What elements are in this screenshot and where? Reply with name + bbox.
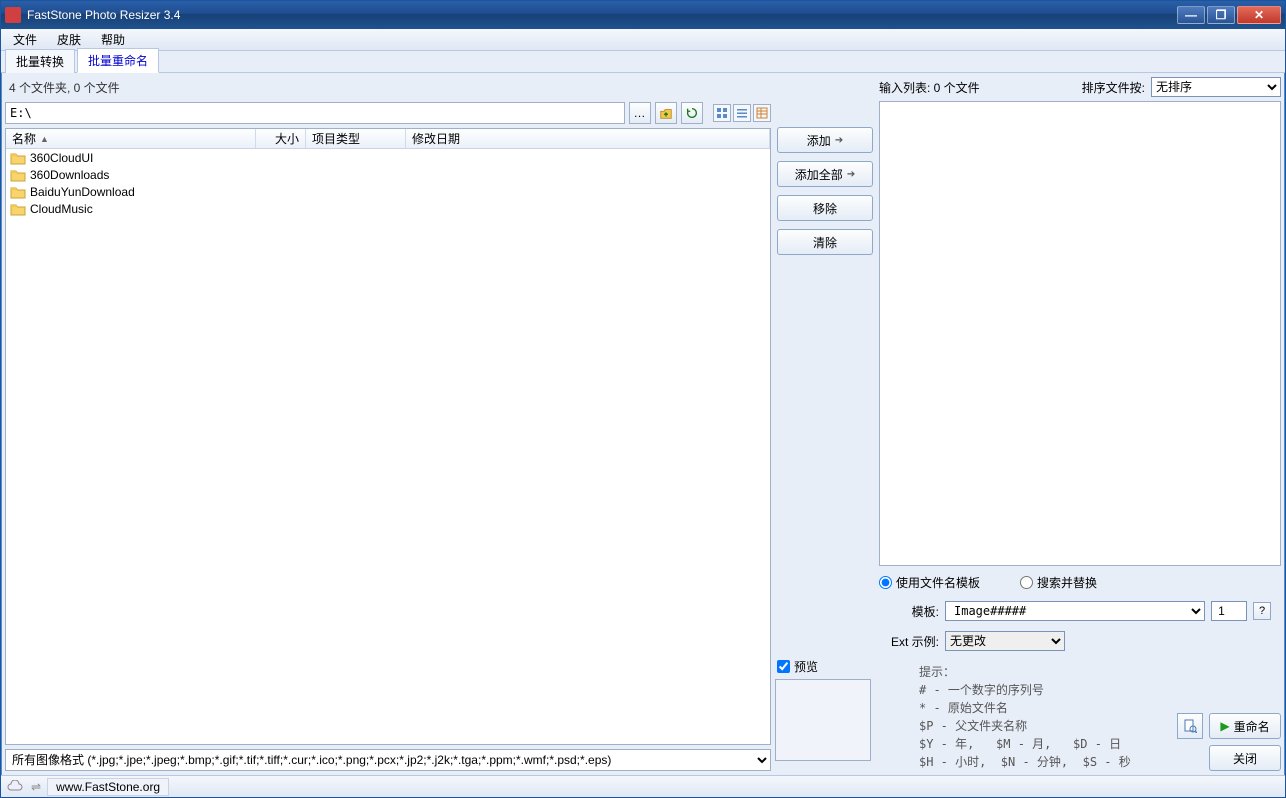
tab-batch-rename[interactable]: 批量重命名 (77, 48, 159, 73)
help-button[interactable]: ? (1253, 602, 1271, 620)
hint-line: # - 一个数字的序列号 (919, 681, 1167, 699)
hint-line: * - 原始文件名 (919, 699, 1167, 717)
close-window-button[interactable]: ✕ (1237, 6, 1281, 24)
add-button[interactable]: 添加➔ (777, 127, 873, 153)
col-date[interactable]: 修改日期 (406, 129, 770, 148)
status-bar: ⇌ www.FastStone.org (1, 775, 1285, 797)
add-all-button[interactable]: 添加全部➔ (777, 161, 873, 187)
template-label: 模板: (879, 603, 939, 620)
preview-rename-button[interactable] (1177, 713, 1203, 739)
list-item[interactable]: 360CloudUI (6, 149, 770, 166)
right-pane: 输入列表: 0 个文件 排序文件按: 无排序 使用文件名模板 搜索并替换 模板:… (879, 77, 1281, 771)
ext-select[interactable]: 无更改 (945, 631, 1065, 651)
col-size[interactable]: 大小 (256, 129, 306, 148)
hint-line: $H - 小时, $N - 分钟, $S - 秒 (919, 753, 1167, 771)
folder-icon (10, 202, 26, 216)
sort-asc-icon: ▲ (40, 134, 49, 144)
title-bar[interactable]: FastStone Photo Resizer 3.4 — ❐ ✕ (1, 1, 1285, 29)
hints-block: 提示： # - 一个数字的序列号* - 原始文件名$P - 父文件夹名称$Y -… (879, 663, 1167, 771)
list-item[interactable]: CloudMusic (6, 200, 770, 217)
sort-label: 排序文件按: (1082, 79, 1145, 96)
rename-mode-row: 使用文件名模板 搜索并替换 (879, 574, 1281, 591)
view-list[interactable] (733, 104, 751, 122)
folder-count-label: 4 个文件夹, 0 个文件 (5, 77, 771, 98)
file-list-body[interactable]: 360CloudUI360DownloadsBaiduYunDownloadCl… (6, 149, 770, 744)
view-large-icons[interactable] (713, 104, 731, 122)
preview-checkbox[interactable] (777, 660, 790, 673)
folder-icon (10, 151, 26, 165)
middle-pane: 添加➔ 添加全部➔ 移除 清除 预览 (775, 77, 875, 771)
arrow-right-icon: ➔ (847, 169, 855, 180)
status-glyph: ⇌ (31, 780, 41, 794)
preview-box (775, 679, 871, 761)
remove-button[interactable]: 移除 (777, 195, 873, 221)
folder-icon (10, 168, 26, 182)
ext-row: Ext 示例: 无更改 (879, 631, 1281, 651)
browse-button[interactable]: … (629, 102, 651, 124)
radio-search-replace[interactable]: 搜索并替换 (1020, 574, 1097, 591)
input-file-list[interactable] (879, 101, 1281, 566)
left-pane: 4 个文件夹, 0 个文件 … (5, 77, 771, 771)
template-input[interactable]: Image##### (945, 601, 1205, 621)
radio-use-template[interactable]: 使用文件名模板 (879, 574, 980, 591)
menu-help[interactable]: 帮助 (93, 29, 133, 50)
close-button[interactable]: 关闭 (1209, 745, 1281, 771)
hint-line: $Y - 年, $M - 月, $D - 日 (919, 735, 1167, 753)
folder-icon (10, 185, 26, 199)
ext-label: Ext 示例: (879, 633, 939, 650)
up-folder-button[interactable] (655, 102, 677, 124)
hint-line: $P - 父文件夹名称 (919, 717, 1167, 735)
path-row: … (5, 102, 771, 124)
maximize-button[interactable]: ❐ (1207, 6, 1235, 24)
rename-button[interactable]: ▶重命名 (1209, 713, 1281, 739)
app-icon (5, 7, 21, 23)
clear-button[interactable]: 清除 (777, 229, 873, 255)
start-number-spinner[interactable] (1211, 601, 1247, 621)
input-list-label: 输入列表: 0 个文件 (879, 79, 980, 96)
col-name[interactable]: 名称▲ (6, 129, 256, 148)
arrow-right-icon: ➔ (835, 135, 843, 146)
file-list: 名称▲ 大小 项目类型 修改日期 360CloudUI360DownloadsB… (5, 128, 771, 745)
path-input[interactable] (5, 102, 625, 124)
col-type[interactable]: 项目类型 (306, 129, 406, 148)
view-details[interactable] (753, 104, 771, 122)
content-area: 4 个文件夹, 0 个文件 … (1, 73, 1285, 775)
list-item[interactable]: BaiduYunDownload (6, 183, 770, 200)
bottom-right-buttons: ▶重命名 关闭 (1177, 713, 1281, 771)
right-top-row: 输入列表: 0 个文件 排序文件按: 无排序 (879, 77, 1281, 97)
app-window: FastStone Photo Resizer 3.4 — ❐ ✕ 文件 皮肤 … (0, 0, 1286, 798)
format-filter-select[interactable]: 所有图像格式 (*.jpg;*.jpe;*.jpeg;*.bmp;*.gif;*… (5, 749, 771, 771)
tab-row: 批量转换 批量重命名 (1, 51, 1285, 73)
menu-skin[interactable]: 皮肤 (49, 29, 89, 50)
minimize-button[interactable]: — (1177, 6, 1205, 24)
tab-batch-convert[interactable]: 批量转换 (5, 49, 75, 73)
file-list-header: 名称▲ 大小 项目类型 修改日期 (6, 129, 770, 149)
refresh-button[interactable] (681, 102, 703, 124)
template-row: 模板: Image##### ? (879, 601, 1281, 621)
status-url[interactable]: www.FastStone.org (47, 778, 169, 796)
cloud-icon (7, 780, 25, 794)
menu-bar: 文件 皮肤 帮助 (1, 29, 1285, 51)
view-mode-buttons (713, 104, 771, 122)
list-item[interactable]: 360Downloads (6, 166, 770, 183)
menu-file[interactable]: 文件 (5, 29, 45, 50)
window-title: FastStone Photo Resizer 3.4 (27, 8, 1177, 22)
preview-checkbox-label[interactable]: 预览 (775, 658, 818, 675)
play-icon: ▶ (1220, 719, 1229, 733)
sort-select[interactable]: 无排序 (1151, 77, 1281, 97)
